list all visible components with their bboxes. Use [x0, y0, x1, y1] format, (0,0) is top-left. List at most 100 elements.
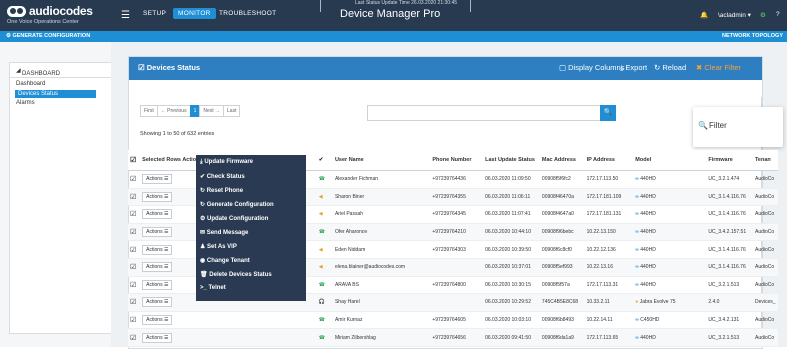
- tenant: AudioCo: [752, 188, 778, 207]
- speaker-status-icon: ◀: [316, 188, 333, 207]
- phone-number: +97239764800: [430, 276, 484, 295]
- reload-button[interactable]: ↻ Reload: [654, 63, 686, 72]
- col-user-name[interactable]: User Name: [332, 150, 431, 171]
- row-checkbox[interactable]: ☑: [128, 170, 141, 189]
- nav-troubleshoot[interactable]: TROUBLESHOOT: [219, 10, 276, 17]
- model: ∞ 440HD: [633, 205, 707, 224]
- menu-item-update-configuration[interactable]: ⚙ Update Configuration: [200, 215, 268, 226]
- user-menu[interactable]: \acladmin ▾: [718, 11, 751, 19]
- actions-button[interactable]: Actions ☰: [142, 209, 173, 220]
- col-mac-address[interactable]: Mac Address: [539, 150, 585, 171]
- top-bar: audiocodes One Voice Operations Center ☰…: [0, 0, 787, 31]
- network-topology-link[interactable]: NETWORK TOPOLOGY: [722, 33, 783, 39]
- brand-name: audiocodes: [29, 4, 93, 18]
- row-checkbox[interactable]: ☑: [128, 258, 141, 277]
- ip-address[interactable]: 10.22.12.136: [584, 240, 634, 259]
- generate-configuration-link[interactable]: ⚙ GENERATE CONFIGURATION: [6, 33, 90, 39]
- menu-item-reset-phone[interactable]: ↻ Reset Phone: [200, 187, 243, 198]
- model-name: 440HD: [640, 264, 656, 271]
- last-update: 06.03.2020 10:39:50: [483, 240, 540, 259]
- help-icon[interactable]: ?: [776, 11, 780, 18]
- menu-item-send-message[interactable]: ✉ Send Message: [200, 229, 248, 240]
- sidebar-header[interactable]: ◢ DASHBOARD: [10, 63, 111, 78]
- clear-filter-label: Clear Filter: [704, 63, 742, 72]
- menu-item-delete-devices-status[interactable]: 🗑 Delete Devices Status: [200, 271, 272, 282]
- actions-button[interactable]: Actions ☰: [142, 279, 173, 290]
- sidebar-item-devices-status[interactable]: Devices Status: [15, 90, 97, 98]
- actions-button[interactable]: Actions ☰: [142, 297, 173, 308]
- ip-address[interactable]: 10.22.13.16: [584, 258, 634, 277]
- menu-item-check-status[interactable]: ✔ Check Status: [200, 173, 245, 184]
- ip-address[interactable]: 10.22.13.150: [584, 223, 634, 242]
- actions-button[interactable]: Actions ☰: [142, 174, 173, 185]
- row-spacer: [215, 328, 317, 347]
- ip-address[interactable]: 10.22.14.11: [584, 311, 634, 330]
- logo-mark-icon: [7, 6, 26, 17]
- nav-monitor[interactable]: MONITOR: [173, 8, 216, 19]
- ip-address[interactable]: 172.17.181.109: [584, 188, 634, 207]
- nav-setup[interactable]: SETUP: [143, 10, 166, 17]
- pager-previous[interactable]: ← Previous: [156, 105, 191, 117]
- row-checkbox[interactable]: ☑: [128, 311, 141, 330]
- ip-address[interactable]: 172.17.113.65: [584, 328, 634, 347]
- network-icon[interactable]: ⚙: [760, 11, 766, 19]
- display-columns-button[interactable]: ▢ Display Columns: [559, 63, 624, 72]
- col-tenant[interactable]: Tenan: [752, 150, 778, 171]
- ip-address[interactable]: 10.33.2.11: [584, 293, 634, 312]
- actions-button[interactable]: Actions ☰: [142, 191, 173, 202]
- user-name: Miriam Zilbershlag: [332, 328, 431, 347]
- clear-filter-button[interactable]: ✖ Clear Filter: [696, 63, 741, 72]
- menu-item-change-tenant[interactable]: ◉ Change Tenant: [200, 257, 250, 268]
- actions-button[interactable]: Actions ☰: [142, 244, 173, 255]
- audiocodes-logo[interactable]: audiocodes One Voice Operations Center: [7, 4, 107, 27]
- menu-item-update-firmware[interactable]: ⤓ Update Firmware: [200, 159, 253, 170]
- mac-address: 00908f6c8cf0: [539, 240, 585, 259]
- select-all-checkbox[interactable]: ☑: [128, 150, 141, 171]
- pager-first[interactable]: First: [140, 105, 158, 117]
- row-checkbox[interactable]: ☑: [128, 276, 141, 295]
- actions-button[interactable]: Actions ☰: [142, 315, 173, 326]
- search-icon[interactable]: 🔍: [600, 105, 616, 121]
- table-row[interactable]: ☑ Actions ☰ ☎ Miriam Zilbershlag +972397…: [128, 328, 778, 347]
- phone-number: +97239764303: [430, 240, 484, 259]
- menu-item-telnet[interactable]: >_ Telnet: [200, 285, 226, 296]
- firmware: UC_3.2.1.513: [706, 328, 753, 347]
- ip-address[interactable]: 172.17.113.31: [584, 276, 634, 295]
- model: ∞ 440HD: [633, 258, 707, 277]
- phone-number: +97239764656: [430, 328, 484, 347]
- table-row[interactable]: ☑ Actions ☰ ☎ Amir Kurnaz +97239764605 0…: [128, 311, 778, 330]
- ip-address[interactable]: 172.17.113.50: [584, 170, 634, 189]
- last-update: 06.03.2020 10:03:10: [483, 311, 540, 330]
- ip-address[interactable]: 172.17.181.131: [584, 205, 634, 224]
- model: ∞ 440HD: [633, 240, 707, 259]
- pager-last[interactable]: Last: [223, 105, 241, 117]
- firmware: UC_3.1.4.116.76: [706, 188, 753, 207]
- sidebar-item-dashboard[interactable]: Dashboard: [16, 81, 45, 87]
- sidebar-item-alarms[interactable]: Alarms: [16, 100, 35, 106]
- pager-next[interactable]: Next →: [199, 105, 225, 117]
- row-checkbox[interactable]: ☑: [128, 328, 141, 347]
- col-firmware[interactable]: Firmware: [706, 150, 753, 171]
- menu-icon[interactable]: ☰: [121, 10, 130, 21]
- row-actions[interactable]: Actions ☰: [140, 311, 216, 330]
- filter-button[interactable]: 🔍 Filter: [693, 107, 783, 147]
- row-checkbox[interactable]: ☑: [128, 240, 141, 259]
- row-checkbox[interactable]: ☑: [128, 223, 141, 242]
- menu-item-generate-configuration[interactable]: ↻ Generate Configuration: [200, 201, 274, 212]
- col-ip-address[interactable]: IP Address: [584, 150, 634, 171]
- actions-button[interactable]: Actions ☰: [142, 262, 173, 273]
- row-checkbox[interactable]: ☑: [128, 293, 141, 312]
- row-actions[interactable]: Actions ☰: [140, 328, 216, 347]
- search-input[interactable]: [367, 105, 602, 121]
- actions-button[interactable]: Actions ☰: [142, 227, 173, 238]
- col-last-update[interactable]: Last Update Status: [483, 150, 540, 171]
- col-model[interactable]: Model: [633, 150, 707, 171]
- row-checkbox[interactable]: ☑: [128, 205, 141, 224]
- col-phone-number[interactable]: Phone Number: [430, 150, 484, 171]
- bell-icon[interactable]: 🔔: [700, 11, 708, 19]
- menu-item-set-as-vip[interactable]: ♟ Set As VIP: [200, 243, 237, 254]
- export-button[interactable]: ⤓ Export: [620, 63, 647, 73]
- actions-button[interactable]: Actions ☰: [142, 332, 173, 343]
- model: ● Jabra Evolve 75: [633, 293, 707, 312]
- row-checkbox[interactable]: ☑: [128, 188, 141, 207]
